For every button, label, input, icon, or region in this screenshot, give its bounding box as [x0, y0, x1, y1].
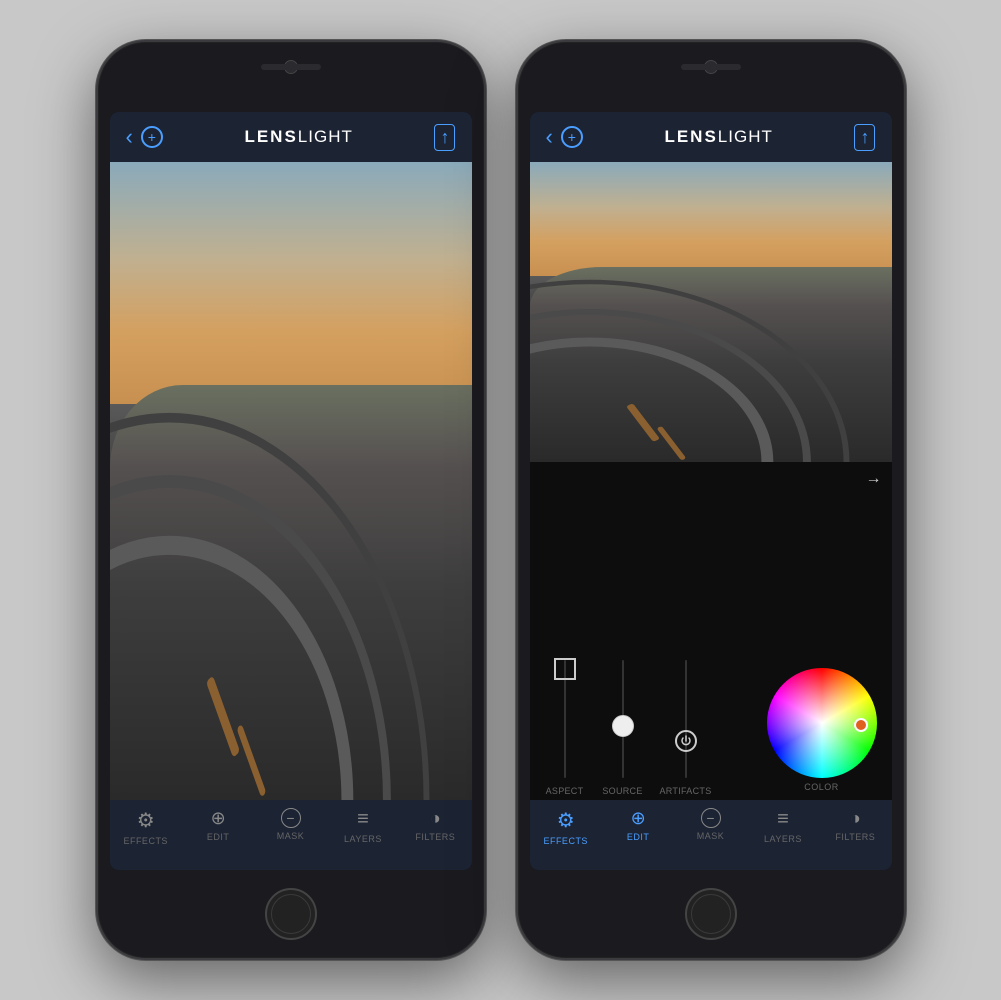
left-zoom-button[interactable]: +: [141, 126, 163, 148]
color-wheel-wrapper[interactable]: [767, 668, 877, 778]
power-icon: [680, 735, 692, 747]
left-phone-screen: ‹ + LENSLIGHT ↑: [110, 112, 472, 870]
right-header-left-icons[interactable]: ‹ +: [546, 124, 583, 150]
right-toolbar-filters[interactable]: ◑ FILTERS: [819, 808, 891, 842]
right-home-button[interactable]: [685, 888, 737, 940]
right-toolbar-edit[interactable]: ⊕ EDIT: [602, 808, 674, 842]
left-effects-icon: ⚙: [137, 808, 155, 833]
artifacts-slider-col: ARTIFACTS: [656, 656, 716, 796]
right-controls-panel: → ASPECT SOURCE: [530, 462, 892, 800]
source-label: SOURCE: [602, 786, 642, 796]
right-photo-background: [530, 162, 892, 462]
right-mask-icon: −: [701, 808, 721, 828]
source-slider-col: SOURCE: [598, 656, 648, 796]
left-filters-label: FILTERS: [415, 832, 455, 842]
right-filters-icon: ◑: [850, 808, 861, 829]
left-home-button[interactable]: [265, 888, 317, 940]
left-app-title: LENSLIGHT: [244, 127, 352, 147]
left-back-button[interactable]: ‹: [126, 124, 133, 150]
right-layers-icon: ≡: [777, 808, 789, 831]
right-phone: ‹ + LENSLIGHT ↑: [516, 40, 906, 960]
right-filters-label: FILTERS: [835, 832, 875, 842]
right-toolbar-mask[interactable]: − MASK: [674, 808, 746, 841]
right-bottom-toolbar: ⚙ EFFECTS ⊕ EDIT − MASK ≡ LAYERS ◑ FILTE…: [530, 800, 892, 870]
right-zoom-button[interactable]: +: [561, 126, 583, 148]
artifacts-slider-track[interactable]: [685, 660, 687, 778]
left-edit-icon: ⊕: [211, 808, 226, 829]
artifacts-label: ARTIFACTS: [659, 786, 711, 796]
left-edit-label: EDIT: [207, 832, 230, 842]
right-mask-label: MASK: [697, 831, 725, 841]
left-phone: ‹ + LENSLIGHT ↑: [96, 40, 486, 960]
left-toolbar-edit[interactable]: ⊕ EDIT: [182, 808, 254, 842]
left-toolbar-effects[interactable]: ⚙ EFFECTS: [110, 808, 182, 846]
sliders-row: ASPECT SOURCE: [530, 470, 892, 800]
right-effects-icon: ⚙: [557, 808, 575, 833]
color-wheel-dot: [854, 718, 868, 732]
right-layers-label: LAYERS: [764, 834, 802, 844]
right-speaker: [681, 64, 741, 70]
aspect-slider-col: ASPECT: [540, 656, 590, 796]
left-app-header: ‹ + LENSLIGHT ↑: [110, 112, 472, 162]
left-photo-ramp-svg: [110, 322, 472, 801]
right-back-button[interactable]: ‹: [546, 124, 553, 150]
right-app-header: ‹ + LENSLIGHT ↑: [530, 112, 892, 162]
color-wheel-container: COLOR: [762, 664, 882, 796]
left-filters-icon: ◑: [430, 808, 441, 829]
left-mask-label: MASK: [277, 831, 305, 841]
left-effects-label: EFFECTS: [123, 836, 168, 846]
aspect-slider-track[interactable]: [564, 660, 566, 778]
left-mask-icon: −: [281, 808, 301, 828]
left-layers-label: LAYERS: [344, 834, 382, 844]
aspect-label: ASPECT: [546, 786, 584, 796]
right-edit-label: EDIT: [627, 832, 650, 842]
right-app-title: LENSLIGHT: [664, 127, 772, 147]
right-toolbar-layers[interactable]: ≡ LAYERS: [747, 808, 819, 844]
right-toolbar-effects[interactable]: ⚙ EFFECTS: [530, 808, 602, 846]
left-toolbar-filters[interactable]: ◑ FILTERS: [399, 808, 471, 842]
left-share-button[interactable]: ↑: [434, 124, 455, 151]
left-layers-icon: ≡: [357, 808, 369, 831]
aspect-icon: [554, 658, 576, 680]
artifacts-thumb: [675, 730, 697, 752]
left-bottom-toolbar: ⚙ EFFECTS ⊕ EDIT − MASK ≡ LAYERS ◑ FILTE…: [110, 800, 472, 870]
source-slider-track[interactable]: [622, 660, 624, 778]
left-header-left-icons[interactable]: ‹ +: [126, 124, 163, 150]
right-photo-ramp-svg: [530, 237, 892, 462]
right-photo-area: [530, 162, 892, 462]
right-effects-label: EFFECTS: [543, 836, 588, 846]
color-wheel-label: COLOR: [804, 782, 839, 792]
speaker: [261, 64, 321, 70]
right-edit-icon: ⊕: [631, 808, 646, 829]
controls-arrow: →: [866, 470, 882, 488]
left-photo-area: [110, 162, 472, 800]
left-photo-background: [110, 162, 472, 800]
right-phone-screen: ‹ + LENSLIGHT ↑: [530, 112, 892, 870]
left-toolbar-mask[interactable]: − MASK: [254, 808, 326, 841]
right-share-button[interactable]: ↑: [854, 124, 875, 151]
left-toolbar-layers[interactable]: ≡ LAYERS: [327, 808, 399, 844]
source-thumb: [612, 715, 634, 737]
